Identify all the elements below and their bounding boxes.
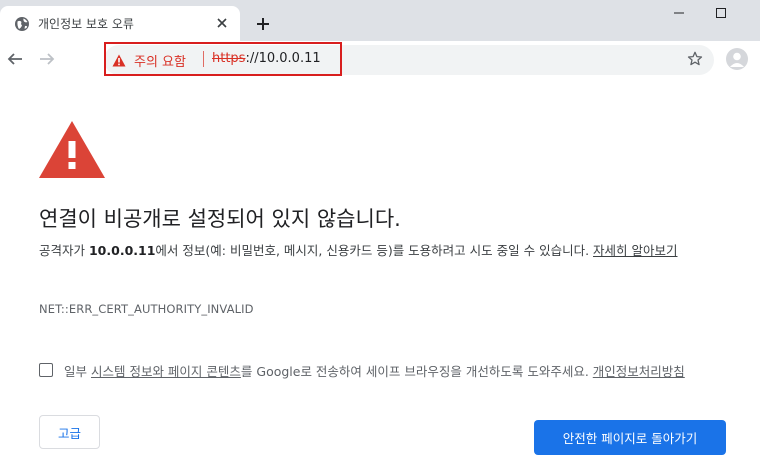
back-arrow-icon[interactable] — [5, 49, 25, 69]
large-warning-triangle-icon — [39, 121, 105, 178]
url-host: ://10.0.0.11 — [245, 51, 321, 66]
report-optin-checkbox[interactable] — [39, 363, 53, 377]
privacy-policy-link[interactable]: 개인정보처리방침 — [593, 364, 685, 379]
optin-text-1: 일부 — [64, 364, 91, 379]
desc-text-2: 에서 정보(예: 비밀번호, 메시지, 신용카드 등)를 도용하려고 시도 중일… — [155, 243, 594, 258]
not-secure-warning-icon[interactable] — [112, 52, 126, 67]
error-description: 공격자가 10.0.0.11에서 정보(예: 비밀번호, 메시지, 신용카드 등… — [39, 240, 729, 261]
report-optin-label: 일부 시스템 정보와 페이지 콘텐츠를 Google로 전송하여 세이프 브라우… — [64, 361, 734, 382]
maximize-window-icon[interactable] — [706, 0, 736, 26]
advanced-button[interactable]: 고급 — [39, 415, 100, 449]
new-tab-plus-icon[interactable] — [252, 13, 274, 35]
bookmark-star-icon[interactable] — [686, 50, 704, 68]
system-info-link[interactable]: 시스템 정보와 페이지 콘텐츠 — [91, 364, 241, 379]
close-tab-icon[interactable] — [214, 15, 230, 31]
tab-privacy-error[interactable]: 개인정보 보호 오류 — [0, 6, 240, 41]
tab-title: 개인정보 보호 오류 — [38, 17, 134, 31]
desc-host: 10.0.0.11 — [88, 243, 156, 258]
url-text[interactable]: https://10.0.0.11 — [212, 51, 321, 66]
security-status-label[interactable]: 주의 요함 — [134, 51, 186, 70]
back-to-safety-button[interactable]: 안전한 페이지로 돌아가기 — [534, 420, 726, 455]
minimize-window-icon[interactable] — [664, 0, 694, 26]
error-code[interactable]: NET::ERR_CERT_AUTHORITY_INVALID — [39, 302, 254, 316]
page-heading: 연결이 비공개로 설정되어 있지 않습니다. — [39, 207, 401, 231]
globe-icon — [14, 16, 30, 32]
profile-avatar-icon[interactable] — [726, 48, 748, 70]
desc-text-1: 공격자가 — [39, 243, 89, 258]
url-scheme: https — [212, 51, 246, 66]
optin-text-2: 를 Google로 전송하여 세이프 브라우징을 개선하도록 도와주세요. — [240, 364, 593, 379]
omnibox-separator — [203, 51, 204, 67]
tab-strip: 개인정보 보호 오류 — [0, 0, 760, 41]
forward-arrow-icon[interactable] — [37, 49, 57, 69]
learn-more-link[interactable]: 자세히 알아보기 — [593, 243, 677, 258]
